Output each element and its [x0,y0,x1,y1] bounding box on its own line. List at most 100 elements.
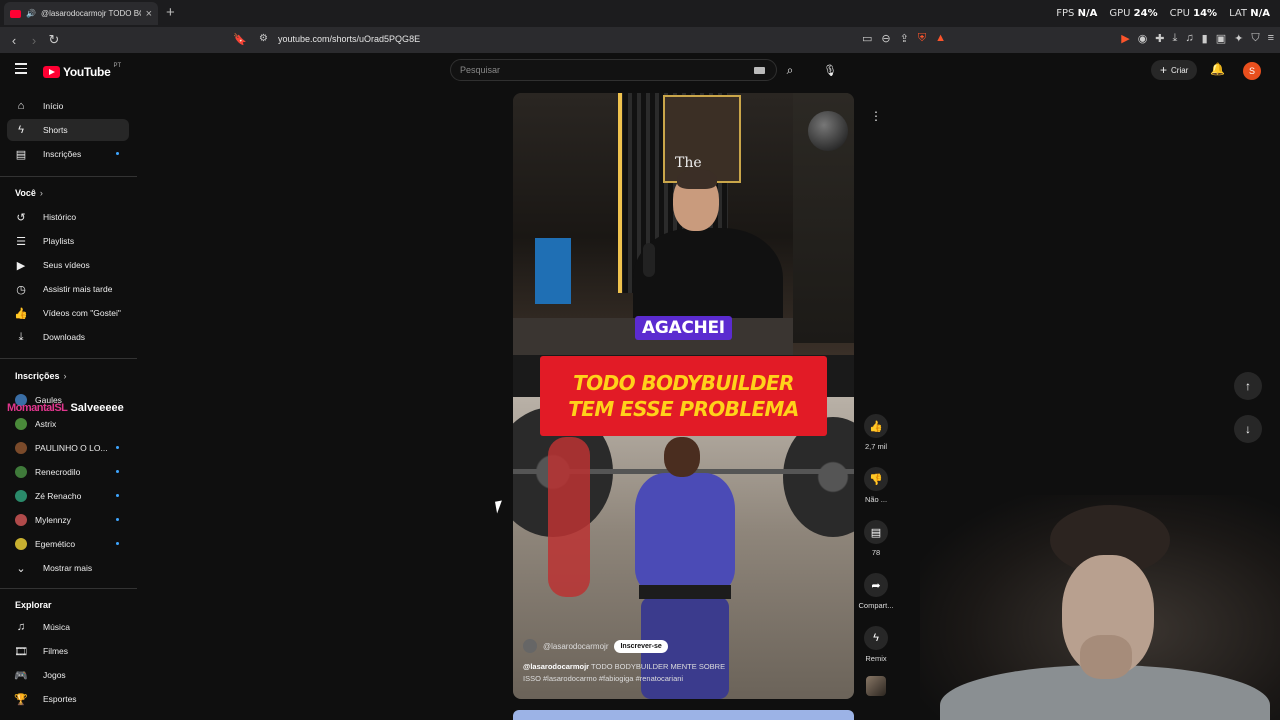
sidebar-item-watch-later[interactable]: ◷ Assistir mais tarde [7,278,129,300]
history-icon: ↺ [16,211,26,224]
like-button[interactable]: 👍 2,7 mil [856,414,896,451]
sidebar-channel-item[interactable]: Renecrodilo [7,461,129,483]
share-page-icon[interactable]: ⇪ [900,32,909,45]
sidebar-channel-item[interactable]: Astrix [7,413,129,435]
title-line-1: TODO BODYBUILDER [573,371,794,395]
channel-avatar [15,514,27,526]
wallet-icon[interactable]: ▣ [1216,32,1226,45]
chevron-down-icon: ⌄ [16,562,26,575]
sidebar-item-downloads[interactable]: ⤓ Downloads [7,326,129,348]
close-tab-icon[interactable]: × [146,8,152,20]
playlists-icon: ☰ [16,235,26,248]
brave-rewards-icon[interactable]: ▲ [935,32,946,45]
sidebar-item-subscriptions[interactable]: ▤ Inscrições [7,143,129,165]
lat-value: N/A [1250,8,1270,19]
chevron-right-icon: › [63,371,67,381]
section-you[interactable]: Você › [15,188,43,198]
new-tab-icon[interactable]: + [166,4,175,21]
video-caption-tag: AGACHEI [635,316,732,340]
sidebar-item-movies[interactable]: 🎞 Filmes [7,640,129,662]
back-icon[interactable]: ‹ [4,33,24,48]
subscribe-button[interactable]: Inscrever-se [614,639,668,653]
dislike-label: Não ... [864,495,888,504]
vpn-icon[interactable]: ⛉ [1251,32,1259,45]
sidebar-item-sports[interactable]: 🏆 Esportes [7,688,129,710]
reload-icon[interactable]: ↻ [44,32,64,48]
zoom-icon[interactable]: ⊖ [881,32,890,45]
keyboard-icon[interactable] [754,67,765,74]
remix-button[interactable]: ϟ Remix [856,626,896,663]
search-input[interactable]: Pesquisar [450,59,777,81]
sidebar-item-shorts[interactable]: ϟ Shorts [7,119,129,141]
sidebar-item-home[interactable]: ⌂ Início [7,95,129,117]
share-button[interactable]: ➦ Compart... [856,573,896,610]
sidebar-divider [0,358,137,359]
menu-icon[interactable]: ≡ [1268,32,1274,45]
section-explore: Explorar [15,600,52,610]
sidebar-item-your-videos[interactable]: ▶ Seus vídeos [7,254,129,276]
sidebar-channel-item[interactable]: PAULINHO O LO... [7,437,129,459]
channel-avatar[interactable] [523,639,537,653]
hamburger-icon[interactable] [15,63,27,77]
section-subscriptions[interactable]: Inscrições › [15,371,67,381]
sidebar-item-music[interactable]: ♫ Música [7,616,129,638]
notifications-bell-icon[interactable]: 🔔 [1210,62,1225,76]
extension-icon[interactable]: ◉ [1138,32,1148,45]
shorts-video-player[interactable]: The AGACHEI TODO BODYBUILDER TEM ESSE PR… [513,93,854,699]
previous-short-button[interactable]: ↑ [1234,372,1262,400]
leo-icon[interactable]: ▶ [1121,32,1129,45]
download-icon[interactable]: ⤓ [1173,32,1178,45]
site-info-icon[interactable]: ⚙ [259,33,268,44]
brave-shield-icon[interactable]: ⛨ [918,32,926,45]
sound-thumbnail[interactable] [866,676,886,696]
search-button[interactable]: ⌕ [777,59,803,81]
comments-button[interactable]: ▤ 78 [856,520,896,557]
sidebar-item-playlists[interactable]: ☰ Playlists [7,230,129,252]
sidebar-channel-item[interactable]: Zé Renacho [7,485,129,507]
puzzle-icon[interactable]: ✚ [1155,32,1164,45]
next-short-preview[interactable] [513,710,854,720]
webcam-overlay [920,495,1280,720]
music-icon: ♫ [16,621,26,633]
voice-search-button[interactable]: 🎙 [819,59,841,81]
forward-icon[interactable]: › [24,33,44,48]
film-icon: 🎞 [14,645,28,658]
sidebar-divider [0,176,137,177]
sidebar-item-liked-videos[interactable]: 👍 Vídeos com "Gostei" [7,302,129,324]
cpu-label: CPU [1169,8,1190,19]
cast-icon[interactable]: ▭ [862,32,872,45]
new-content-dot [116,446,119,449]
performance-hud: FPS N/A GPU 24% CPU 14% LAT N/A [1056,8,1270,19]
video-description[interactable]: @lasarodocarmojr TODO BODYBUILDER MENTE … [523,661,843,685]
more-options-icon[interactable]: ⋮ [866,106,886,126]
sidebar-toggle-icon[interactable]: ▮ [1202,32,1208,45]
sidebar-item-history[interactable]: ↺ Histórico [7,206,129,228]
url-field[interactable]: youtube.com/shorts/uOrad5PQG8E [278,34,420,44]
gamepad-icon: 🎮 [14,669,28,682]
new-content-dot [116,152,119,155]
youtube-logo[interactable]: YouTube PT [43,63,121,79]
sidebar-item-gaming[interactable]: 🎮 Jogos [7,664,129,686]
channel-name[interactable]: @lasarodocarmojr [543,642,608,651]
speaker-icon[interactable]: 🔊 [26,9,36,18]
browser-tab[interactable]: 🔊 @lasarodocarmojr TODO BO × [4,2,158,25]
sidebar-channel-item[interactable]: Mylennzy [7,509,129,531]
fps-label: FPS [1056,8,1075,19]
chevron-right-icon: › [39,188,43,198]
next-short-button[interactable]: ↓ [1234,415,1262,443]
dislike-button[interactable]: 👎 Não ... [856,467,896,504]
home-icon: ⌂ [17,100,25,112]
bookmark-icon[interactable]: 🔖 [233,33,247,46]
book [535,238,571,304]
youtube-play-icon [43,66,60,78]
arrow-up-icon: ↑ [1245,379,1251,393]
account-avatar[interactable]: S [1243,62,1261,80]
sidebar-channel-item[interactable]: Egemético [7,533,129,555]
channel-avatar [15,466,27,478]
media-icon[interactable]: ♫ [1185,32,1193,45]
create-button[interactable]: + Criar [1151,60,1198,80]
sidebar-show-more[interactable]: ⌄ Mostrar mais [7,557,129,579]
gpu-value: 24% [1133,8,1158,19]
ai-icon[interactable]: ✦ [1234,32,1243,45]
address-bar: ‹ › ↻ 🔖 ⚙ youtube.com/shorts/uOrad5PQG8E… [0,27,1280,53]
